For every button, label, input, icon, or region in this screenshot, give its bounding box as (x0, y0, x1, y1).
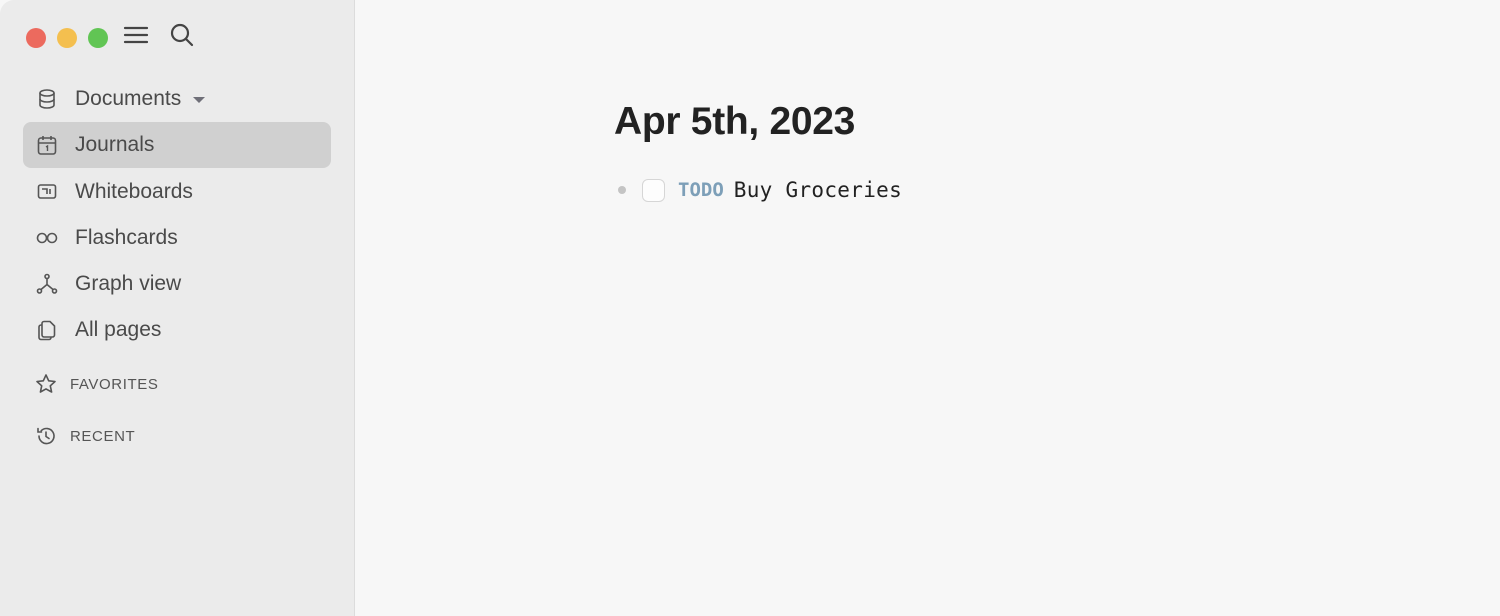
pages-icon (35, 318, 59, 342)
sidebar-nav: Documents Journals Whiteboards Flashcard… (23, 76, 331, 354)
todo-checkbox[interactable] (642, 178, 665, 202)
sidebar-item-label: Documents (75, 87, 182, 110)
hamburger-menu-icon (123, 26, 149, 44)
recent-section[interactable]: RECENT (34, 424, 135, 448)
todo-marker[interactable]: TODO (678, 179, 724, 201)
block-bullet[interactable] (618, 186, 626, 194)
page-title[interactable]: Apr 5th, 2023 (614, 100, 855, 144)
sidebar-item-flashcards[interactable]: Flashcards (23, 215, 331, 261)
sidebar-item-label: Flashcards (75, 225, 178, 249)
history-icon (34, 424, 58, 448)
search-icon (170, 23, 194, 47)
infinity-icon (35, 226, 59, 250)
calendar-icon (35, 133, 59, 157)
search-button[interactable] (169, 22, 195, 48)
journal-block: TODO Buy Groceries (618, 178, 902, 202)
chevron-down-icon[interactable] (193, 97, 206, 103)
window-controls (26, 28, 108, 48)
sidebar-item-journals[interactable]: Journals (23, 122, 331, 169)
sidebar-item-graph-view[interactable]: Graph view (23, 261, 331, 307)
sidebar-item-label: Journals (75, 133, 155, 157)
whiteboard-icon (35, 180, 59, 204)
left-sidebar: Documents Journals Whiteboards Flashcard… (0, 0, 355, 616)
sidebar-item-label: All pages (75, 318, 162, 342)
maximize-window-button[interactable] (88, 28, 108, 48)
main-content: Apr 5th, 2023 TODO Buy Groceries (356, 0, 1500, 616)
sidebar-item-documents[interactable]: Documents (23, 76, 331, 122)
sidebar-item-all-pages[interactable]: All pages (23, 307, 331, 353)
minimize-window-button[interactable] (57, 28, 77, 48)
favorites-label: FAVORITES (70, 375, 159, 393)
toggle-sidebar-button[interactable] (123, 22, 149, 48)
sidebar-item-label: Whiteboards (75, 179, 193, 203)
sidebar-item-whiteboards[interactable]: Whiteboards (23, 169, 331, 215)
graph-icon (35, 272, 59, 296)
sidebar-item-label: Graph view (75, 272, 182, 296)
favorites-section[interactable]: FAVORITES (34, 372, 158, 396)
close-window-button[interactable] (26, 28, 46, 48)
block-content[interactable]: Buy Groceries (734, 178, 902, 202)
recent-label: RECENT (70, 427, 136, 445)
database-icon (35, 87, 59, 111)
star-icon (34, 372, 58, 396)
